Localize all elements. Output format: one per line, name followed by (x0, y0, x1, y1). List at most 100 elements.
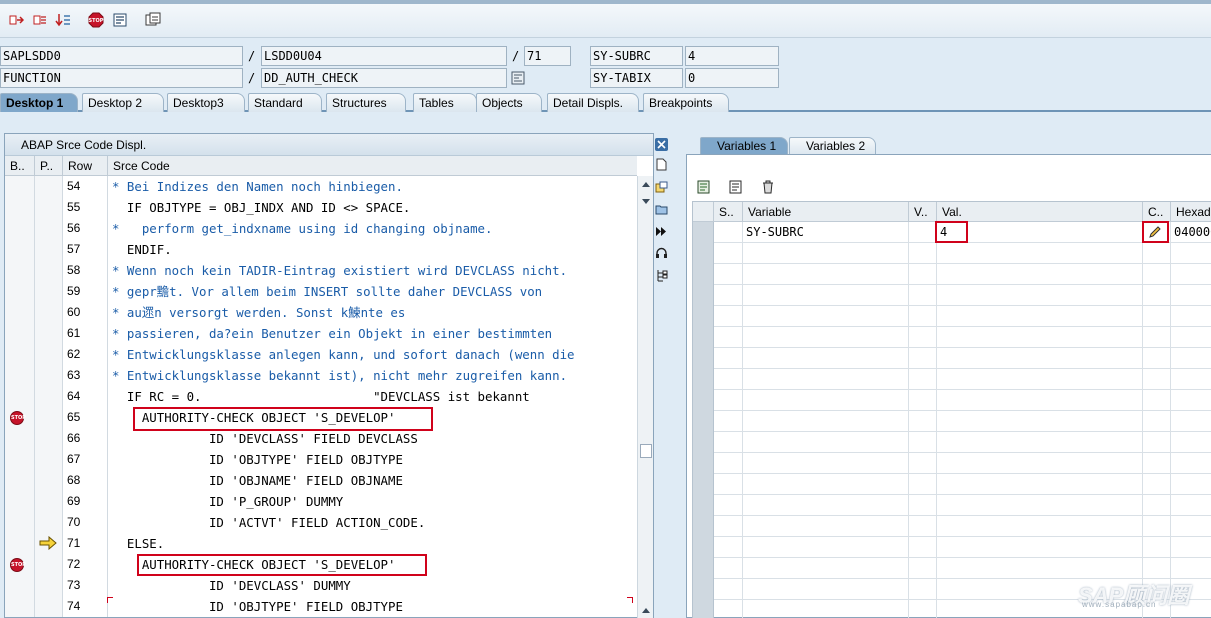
source-line[interactable]: * passieren, da?ein Benutzer ein Objekt … (108, 323, 637, 344)
watchpoint-icon[interactable] (112, 12, 128, 28)
code-row[interactable]: 61 * passieren, da?ein Benutzer ein Objek… (5, 323, 637, 344)
code-row[interactable]: 64 IF RC = 0. "DEVCLASS ist bekannt (5, 386, 637, 407)
hex-cell[interactable] (1171, 285, 1211, 306)
status-cell[interactable] (714, 558, 743, 579)
hex-cell[interactable] (1171, 537, 1211, 558)
source-line[interactable]: ID 'OBJNAME' FIELD OBJNAME (108, 470, 637, 491)
variable-row[interactable] (693, 453, 1211, 474)
fast-forward-icon[interactable] (655, 225, 668, 238)
variable-cell[interactable] (743, 348, 909, 369)
close-icon[interactable] (655, 138, 668, 151)
row-selector[interactable] (693, 390, 714, 411)
column-header-select[interactable] (693, 202, 714, 222)
column-header-v[interactable]: V.. (909, 202, 937, 222)
variable-row[interactable] (693, 306, 1211, 327)
view-cell[interactable] (909, 327, 937, 348)
column-header-source[interactable]: Srce Code (108, 156, 637, 176)
breakpoint-stop-icon[interactable]: STOP (10, 558, 26, 572)
breakpoint-cell[interactable]: STOP (5, 407, 35, 428)
variable-row[interactable] (693, 495, 1211, 516)
code-row[interactable]: 66 ID 'DEVCLASS' FIELD DEVCLASS (5, 428, 637, 449)
view-cell[interactable] (909, 411, 937, 432)
column-header-position[interactable]: P.. (35, 156, 63, 176)
view-cell[interactable] (909, 264, 937, 285)
hex-cell[interactable] (1171, 327, 1211, 348)
variable-row[interactable] (693, 327, 1211, 348)
variable-cell[interactable] (743, 558, 909, 579)
source-line[interactable]: ID 'OBJTYPE' FIELD OBJTYPE (108, 449, 637, 470)
variable-cell[interactable] (743, 474, 909, 495)
value-cell[interactable] (937, 558, 1143, 579)
column-header-s[interactable]: S.. (714, 202, 743, 222)
status-cell[interactable] (714, 453, 743, 474)
breakpoint-cell[interactable] (5, 176, 35, 197)
variable-cell[interactable] (743, 369, 909, 390)
code-row[interactable]: 57 ENDIF. (5, 239, 637, 260)
source-line[interactable]: * Entwicklungsklasse anlegen kann, und s… (108, 344, 637, 365)
breakpoint-cell[interactable] (5, 575, 35, 596)
code-row[interactable]: 67 ID 'OBJTYPE' FIELD OBJTYPE (5, 449, 637, 470)
code-row[interactable]: 68 ID 'OBJNAME' FIELD OBJNAME (5, 470, 637, 491)
value-cell[interactable] (937, 495, 1143, 516)
code-row[interactable]: 58 * Wenn noch kein TADIR-Eintrag existie… (5, 260, 637, 281)
value-cell[interactable] (937, 264, 1143, 285)
settings-icon[interactable] (145, 12, 161, 28)
tab-detail-displs[interactable]: Detail Displs. (547, 93, 639, 112)
line-field[interactable]: 71 (524, 46, 571, 66)
details-icon[interactable] (728, 179, 744, 195)
tab-standard[interactable]: Standard (248, 93, 322, 112)
sysvar1-name-field[interactable]: SY-SUBRC (590, 46, 683, 66)
column-header-variable[interactable]: Variable (743, 202, 909, 222)
status-cell[interactable] (714, 579, 743, 600)
variable-row[interactable] (693, 432, 1211, 453)
row-selector[interactable] (693, 600, 714, 618)
view-cell[interactable] (909, 537, 937, 558)
source-line[interactable]: * Wenn noch kein TADIR-Eintrag existiert… (108, 260, 637, 281)
change-cell[interactable] (1143, 369, 1171, 390)
variable-cell[interactable] (743, 306, 909, 327)
column-header-value[interactable]: Val. (937, 202, 1143, 222)
source-line[interactable]: IF RC = 0. "DEVCLASS ist bekannt (108, 386, 637, 407)
variable-cell[interactable] (743, 516, 909, 537)
breakpoint-stop-icon[interactable]: STOP (10, 411, 26, 425)
change-cell[interactable] (1143, 243, 1171, 264)
variable-cell[interactable] (743, 243, 909, 264)
breakpoint-cell[interactable] (5, 386, 35, 407)
source-line[interactable]: ELSE. (108, 533, 637, 554)
change-cell[interactable] (1143, 390, 1171, 411)
value-cell[interactable] (937, 243, 1143, 264)
add-row-icon[interactable] (696, 179, 712, 195)
variable-row[interactable] (693, 243, 1211, 264)
variable-row[interactable] (693, 369, 1211, 390)
code-row[interactable]: 74 ID 'OBJTYPE' FIELD OBJTYPE (5, 596, 637, 617)
status-cell[interactable] (714, 306, 743, 327)
change-cell[interactable] (1143, 348, 1171, 369)
variable-cell[interactable] (743, 600, 909, 618)
breakpoint-cell[interactable] (5, 428, 35, 449)
variable-cell[interactable] (743, 390, 909, 411)
change-cell[interactable] (1143, 327, 1171, 348)
source-line[interactable]: ID 'OBJTYPE' FIELD OBJTYPE (108, 596, 637, 617)
source-line[interactable]: ID 'DEVCLASS' FIELD DEVCLASS (108, 428, 637, 449)
view-cell[interactable] (909, 558, 937, 579)
column-header-c[interactable]: C.. (1143, 202, 1171, 222)
breakpoint-cell[interactable] (5, 365, 35, 386)
variable-row[interactable] (693, 558, 1211, 579)
change-cell[interactable] (1143, 495, 1171, 516)
breakpoint-cell[interactable]: STOP (5, 554, 35, 575)
tab-desktop-2[interactable]: Desktop 2 (82, 93, 164, 112)
source-code-area[interactable]: 54 * Bei Indizes den Namen noch hinbiegen… (5, 176, 637, 618)
navigate-icon[interactable] (511, 71, 525, 85)
view-cell[interactable] (909, 516, 937, 537)
new-page-icon[interactable] (655, 158, 668, 171)
tab-structures[interactable]: Structures (326, 93, 406, 112)
variable-cell[interactable] (743, 264, 909, 285)
breakpoint-cell[interactable] (5, 323, 35, 344)
status-cell[interactable] (714, 369, 743, 390)
code-row[interactable]: 63 * Entwicklungsklasse bekannt ist), nic… (5, 365, 637, 386)
breakpoint-cell[interactable] (5, 302, 35, 323)
source-line[interactable]: ID 'DEVCLASS' DUMMY (108, 575, 637, 596)
code-row[interactable]: 55 IF OBJTYPE = OBJ_INDX AND ID <> SPACE… (5, 197, 637, 218)
code-row[interactable]: 56 * perform get_indxname using id changi… (5, 218, 637, 239)
view-cell[interactable] (909, 222, 937, 243)
